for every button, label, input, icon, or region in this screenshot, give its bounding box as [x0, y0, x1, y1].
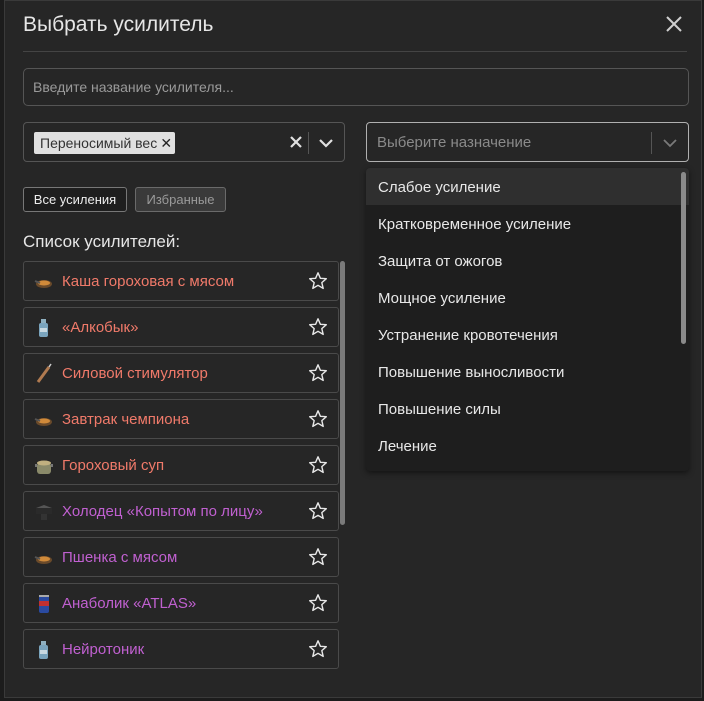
booster-item-label: Гороховый суп: [62, 457, 165, 474]
booster-list-item[interactable]: Силовой стимулятор: [23, 353, 339, 393]
chevron-down-icon[interactable]: [316, 133, 336, 153]
selected-chip-label: Переносимый вес: [40, 135, 158, 151]
purpose-select-placeholder: Выберите назначение: [377, 134, 532, 151]
pan-food-icon: [32, 408, 56, 432]
favorite-star-icon[interactable]: [308, 363, 328, 383]
booster-list-label: Список усилителей:: [23, 232, 181, 251]
can-icon: [32, 592, 56, 616]
soup-pot-icon: [32, 454, 56, 478]
booster-item-label: Холодец «Копытом по лицу»: [62, 503, 263, 520]
pan-food-icon: [32, 270, 56, 294]
purpose-filter-select[interactable]: Выберите назначение: [366, 122, 689, 162]
select-separator: [308, 132, 309, 154]
favorite-star-icon[interactable]: [308, 409, 328, 429]
booster-list-item[interactable]: Каша гороховая с мясом: [23, 261, 339, 301]
dropdown-option[interactable]: Мощное усиление: [366, 279, 689, 316]
booster-item-label: Силовой стимулятор: [62, 365, 208, 382]
dropdown-option[interactable]: Слабое усиление: [366, 168, 689, 205]
booster-list-item[interactable]: Гороховый суп: [23, 445, 339, 485]
tab-favorites[interactable]: Избранные: [135, 187, 226, 212]
booster-item-label: «Алкобык»: [62, 319, 139, 336]
dropdown-option[interactable]: Повышение выносливости: [366, 353, 689, 390]
dropdown-option[interactable]: Защита от ожогов: [366, 242, 689, 279]
booster-list-item[interactable]: Холодец «Копытом по лицу»: [23, 491, 339, 531]
favorite-star-icon[interactable]: [308, 639, 328, 659]
favorite-star-icon[interactable]: [308, 271, 328, 291]
booster-item-label: Анаболик «ATLAS»: [62, 595, 197, 612]
selected-chip: Переносимый вес ✕: [34, 132, 176, 154]
favorite-star-icon[interactable]: [308, 455, 328, 475]
close-small-icon[interactable]: ✕: [157, 132, 175, 154]
favorite-star-icon[interactable]: [308, 547, 328, 567]
bottle-icon: [32, 316, 56, 340]
bottle-icon: [32, 638, 56, 662]
booster-select-modal: Выбрать усилитель Переносимый вес ✕ Выбе…: [4, 0, 702, 698]
booster-item-label: Каша гороховая с мясом: [62, 273, 235, 290]
favorite-star-icon[interactable]: [308, 317, 328, 337]
booster-list-item[interactable]: «Алкобык»: [23, 307, 339, 347]
booster-search-input[interactable]: [23, 68, 689, 106]
favorite-star-icon[interactable]: [308, 501, 328, 521]
dropdown-option[interactable]: Кратковременное усиление: [366, 205, 689, 242]
booster-list-item[interactable]: Пшенка с мясом: [23, 537, 339, 577]
booster-item-label: Завтрак чемпиона: [62, 411, 190, 428]
booster-list-item[interactable]: Завтрак чемпиона: [23, 399, 339, 439]
booster-list-item[interactable]: Нейротоник: [23, 629, 339, 669]
tab-all-boosts[interactable]: Все усиления: [23, 187, 127, 212]
favorite-star-icon[interactable]: [308, 593, 328, 613]
pan-food-icon: [32, 546, 56, 570]
dropdown-option[interactable]: Устранение кровотечения: [366, 316, 689, 353]
booster-list: Каша гороховая с мясом «Алкобык» Силовой с…: [23, 261, 339, 675]
booster-item-label: Нейротоник: [62, 641, 145, 658]
booster-item-label: Пшенка с мясом: [62, 549, 178, 566]
close-icon[interactable]: [663, 13, 685, 35]
purpose-dropdown-menu: Слабое усиление Кратковременное усиление З…: [366, 168, 689, 471]
property-filter-select[interactable]: Переносимый вес ✕: [23, 122, 345, 162]
select-separator: [651, 132, 652, 154]
chevron-down-icon[interactable]: [660, 133, 680, 153]
clear-icon[interactable]: [286, 132, 306, 152]
modal-title: Выбрать усилитель: [23, 13, 214, 36]
dropdown-option[interactable]: Лечение: [366, 427, 689, 464]
dish-icon: [32, 500, 56, 524]
booster-list-item[interactable]: Анаболик «ATLAS»: [23, 583, 339, 623]
header-divider: [23, 51, 687, 52]
dropdown-option[interactable]: Повышение силы: [366, 390, 689, 427]
dropdown-scrollbar[interactable]: [681, 172, 686, 344]
syringe-icon: [32, 362, 56, 386]
list-scrollbar[interactable]: [340, 261, 345, 525]
